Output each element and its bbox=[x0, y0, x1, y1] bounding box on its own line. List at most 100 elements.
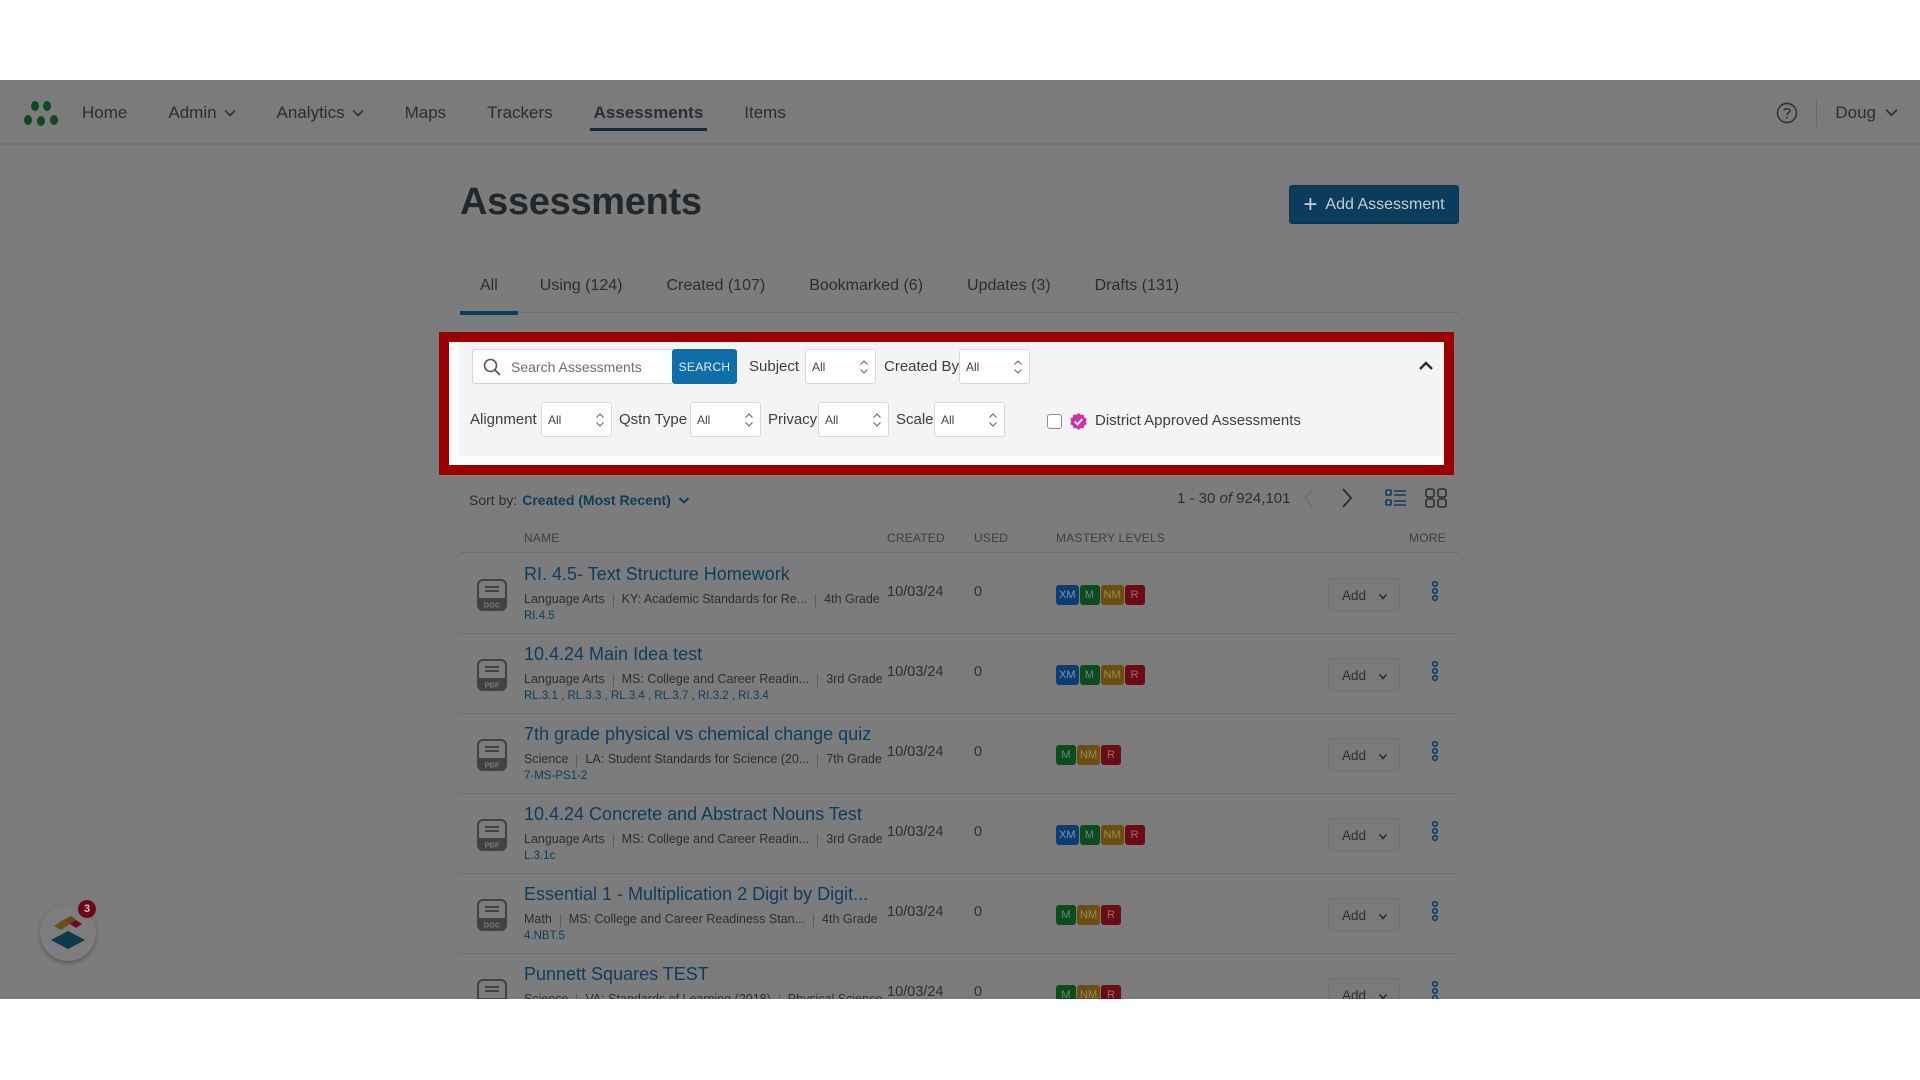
next-page-icon[interactable] bbox=[1340, 487, 1354, 509]
col-used[interactable]: USED bbox=[974, 531, 1008, 545]
created-date: 10/03/24 bbox=[887, 744, 944, 760]
qstn-type-label: Qstn Type bbox=[619, 411, 688, 428]
assessment-meta: Language Arts MS: College and Career Rea… bbox=[524, 672, 883, 687]
page-title: Assessments bbox=[460, 181, 702, 223]
tab-using[interactable]: Using (124) bbox=[538, 277, 625, 313]
standards-links[interactable]: RL.3.1 , RL.3.3 , RL.3.4 , RL.3.7 , RI.3… bbox=[524, 690, 769, 702]
created-by-select[interactable]: All bbox=[959, 349, 1030, 384]
mastery-level-badge: NM bbox=[1077, 985, 1101, 999]
assessment-title-link[interactable]: 10.4.24 Main Idea test bbox=[524, 644, 702, 665]
standards-links[interactable]: 7-MS-PS1-2 bbox=[524, 770, 587, 782]
add-label: Add bbox=[1342, 827, 1367, 843]
add-dropdown-button[interactable]: Add bbox=[1328, 738, 1400, 772]
district-approved-label[interactable]: District Approved Assessments bbox=[1095, 412, 1301, 429]
help-icon[interactable] bbox=[1776, 102, 1798, 124]
collapse-chevron-icon[interactable] bbox=[1418, 360, 1434, 372]
page-total: 924,101 bbox=[1236, 490, 1291, 507]
assessment-title-link[interactable]: Essential 1 - Multiplication 2 Digit by … bbox=[524, 884, 868, 905]
more-options-icon[interactable] bbox=[1431, 900, 1439, 922]
add-dropdown-button[interactable]: Add bbox=[1328, 818, 1400, 852]
subject-select[interactable]: All bbox=[805, 349, 876, 384]
alignment-select[interactable]: All bbox=[541, 402, 612, 437]
col-created[interactable]: CREATED bbox=[887, 531, 945, 545]
assessment-meta: Language Arts MS: College and Career Rea… bbox=[524, 832, 883, 847]
privacy-value: All bbox=[825, 412, 839, 427]
user-menu[interactable]: Doug bbox=[1835, 103, 1898, 123]
tab-updates[interactable]: Updates (3) bbox=[965, 277, 1053, 313]
more-options-icon[interactable] bbox=[1431, 660, 1439, 682]
nav-item-analytics[interactable]: Analytics bbox=[277, 80, 364, 145]
highlight-inner: SEARCH Subject All Created By All Alignm… bbox=[449, 342, 1444, 465]
nav-item-label: Assessments bbox=[593, 102, 704, 122]
tab-created[interactable]: Created (107) bbox=[664, 277, 767, 313]
pdf-file-icon: PDF bbox=[477, 739, 507, 771]
add-dropdown-button[interactable]: Add bbox=[1328, 978, 1400, 999]
mastery-level-badge: R bbox=[1101, 905, 1122, 925]
assessment-title-link[interactable]: 7th grade physical vs chemical change qu… bbox=[524, 724, 871, 745]
mastery-level-badge: XM bbox=[1056, 585, 1079, 605]
sort-control: Sort by: Created (Most Recent) bbox=[469, 492, 690, 508]
assessment-row: PDF 10.4.24 Main Idea test Language Arts… bbox=[460, 634, 1459, 714]
notification-badge: 3 bbox=[78, 900, 96, 918]
grid-view-icon[interactable] bbox=[1425, 488, 1447, 508]
standards-links[interactable]: L.3.1c bbox=[524, 850, 555, 862]
separator bbox=[778, 994, 780, 999]
created-date: 10/03/24 bbox=[887, 664, 944, 680]
add-label: Add bbox=[1342, 747, 1367, 763]
filter-panel: SEARCH Subject All Created By All Alignm… bbox=[459, 342, 1444, 456]
assessment-meta: Language Arts KY: Academic Standards for… bbox=[524, 592, 880, 607]
subject-text: Language Arts bbox=[524, 832, 605, 846]
assessment-title-link[interactable]: Punnett Squares TEST bbox=[524, 964, 709, 985]
col-more: MORE bbox=[1409, 531, 1446, 545]
more-options-icon[interactable] bbox=[1431, 580, 1439, 602]
tab-drafts[interactable]: Drafts (131) bbox=[1093, 277, 1181, 313]
add-dropdown-button[interactable]: Add bbox=[1328, 658, 1400, 692]
nav-item-label: Home bbox=[82, 102, 128, 122]
col-name[interactable]: NAME bbox=[524, 531, 559, 545]
standards-links[interactable]: 4.NBT.5 bbox=[524, 930, 565, 942]
scale-select[interactable]: All bbox=[934, 402, 1005, 437]
assessment-title-link[interactable]: RI. 4.5- Text Structure Homework bbox=[524, 564, 790, 585]
add-dropdown-button[interactable]: Add bbox=[1328, 898, 1400, 932]
add-assessment-button[interactable]: + Add Assessment bbox=[1289, 185, 1459, 224]
previous-page-icon[interactable] bbox=[1302, 487, 1316, 509]
more-options-icon[interactable] bbox=[1431, 820, 1439, 842]
search-input[interactable] bbox=[511, 358, 671, 375]
list-view-icon[interactable] bbox=[1385, 488, 1407, 508]
more-options-icon[interactable] bbox=[1431, 980, 1439, 999]
mastery-level-badge: R bbox=[1124, 665, 1145, 685]
sort-dropdown[interactable]: Created (Most Recent) bbox=[522, 492, 690, 508]
assessment-title-link[interactable]: 10.4.24 Concrete and Abstract Nouns Test bbox=[524, 804, 862, 825]
separator bbox=[817, 834, 819, 847]
qstn-type-select[interactable]: All bbox=[690, 402, 761, 437]
district-approved-checkbox[interactable] bbox=[1047, 414, 1062, 429]
tab-bookmarked[interactable]: Bookmarked (6) bbox=[807, 277, 925, 313]
mastery-levels: M NM R bbox=[1056, 985, 1122, 999]
mastery-levels: M NM R bbox=[1056, 745, 1122, 765]
more-options-icon[interactable] bbox=[1431, 740, 1439, 762]
nav-item-admin[interactable]: Admin bbox=[168, 80, 236, 145]
nav-item-trackers[interactable]: Trackers bbox=[487, 80, 553, 145]
file-type-label: PDF bbox=[485, 841, 500, 850]
file-type-label: PDF bbox=[485, 761, 500, 770]
highlight-frame: SEARCH Subject All Created By All Alignm… bbox=[439, 332, 1454, 475]
standard-set-text: KY: Academic Standards for Re... bbox=[621, 592, 808, 606]
app-logo-icon[interactable] bbox=[22, 98, 62, 128]
qstn-type-value: All bbox=[697, 412, 711, 427]
mastery-level-badge: NM bbox=[1100, 665, 1124, 685]
standards-links[interactable]: RI.4.5 bbox=[524, 610, 555, 622]
add-dropdown-button[interactable]: Add bbox=[1328, 578, 1400, 612]
search-field[interactable] bbox=[472, 349, 672, 384]
scale-value: All bbox=[941, 412, 955, 427]
sort-label: Sort by: bbox=[469, 492, 518, 508]
nav-item-maps[interactable]: Maps bbox=[405, 80, 447, 145]
col-mastery-levels: MASTERY LEVELS bbox=[1056, 531, 1166, 545]
add-label: Add bbox=[1342, 667, 1367, 683]
nav-item-assessments[interactable]: Assessments bbox=[589, 80, 707, 145]
search-button[interactable]: SEARCH bbox=[672, 349, 737, 384]
tab-all[interactable]: All bbox=[460, 277, 518, 315]
nav-item-home[interactable]: Home bbox=[82, 80, 127, 145]
nav-item-items[interactable]: Items bbox=[744, 80, 786, 145]
privacy-select[interactable]: All bbox=[818, 402, 889, 437]
add-label: Add bbox=[1342, 987, 1367, 1000]
